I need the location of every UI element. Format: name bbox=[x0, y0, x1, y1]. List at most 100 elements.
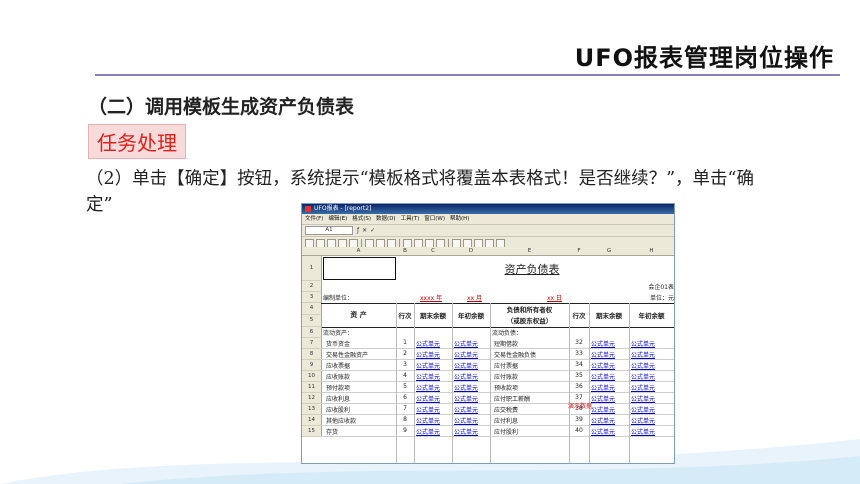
row-number[interactable]: 2 bbox=[302, 281, 322, 292]
row-number[interactable]: 5 bbox=[302, 315, 322, 327]
liability-item[interactable]: 应交税费 bbox=[494, 405, 569, 414]
asset-begin-formula[interactable]: 公式单元 bbox=[454, 350, 490, 359]
asset-begin-formula[interactable]: 公式单元 bbox=[454, 339, 490, 348]
liability-end-formula[interactable]: 公式单元 bbox=[591, 427, 629, 436]
row-number[interactable]: 10 bbox=[302, 371, 322, 382]
row-number[interactable]: 15 bbox=[302, 426, 322, 437]
asset-row-no[interactable]: 3 bbox=[396, 361, 414, 368]
liability-row-no[interactable]: 36 bbox=[569, 383, 589, 390]
asset-end-formula[interactable]: 公式单元 bbox=[416, 427, 452, 436]
asset-item[interactable]: 交易性金融资产 bbox=[326, 350, 396, 359]
liability-end-formula[interactable]: 公式单元 bbox=[591, 416, 629, 425]
liability-row-no[interactable]: 34 bbox=[569, 361, 589, 368]
liability-end-formula[interactable]: 公式单元 bbox=[591, 339, 629, 348]
liability-item[interactable]: 应付职工薪酬 bbox=[494, 394, 569, 403]
menu-tools[interactable]: 工具(T) bbox=[401, 214, 420, 224]
column-header[interactable]: A bbox=[321, 247, 396, 255]
column-header[interactable]: F bbox=[569, 247, 589, 255]
asset-end-formula[interactable]: 公式单元 bbox=[416, 383, 452, 392]
column-header[interactable]: C bbox=[414, 247, 452, 255]
asset-begin-formula[interactable]: 公式单元 bbox=[454, 361, 490, 370]
column-header[interactable]: B bbox=[396, 247, 414, 255]
liability-row-no[interactable]: 40 bbox=[569, 427, 589, 434]
asset-item[interactable]: 预付款项 bbox=[326, 383, 396, 392]
liability-end-formula[interactable]: 公式单元 bbox=[591, 405, 629, 414]
menu-help[interactable]: 帮助(H) bbox=[450, 214, 469, 224]
asset-begin-formula[interactable]: 公式单元 bbox=[454, 405, 490, 414]
liability-row-no[interactable]: 37 bbox=[569, 394, 589, 401]
liability-item[interactable]: 应付股利 bbox=[494, 427, 569, 436]
row-number[interactable]: 4 bbox=[302, 303, 322, 315]
liability-item[interactable]: 应付利息 bbox=[494, 416, 569, 425]
column-header[interactable]: G bbox=[589, 247, 629, 255]
column-header[interactable]: H bbox=[629, 247, 674, 255]
asset-end-formula[interactable]: 公式单元 bbox=[416, 416, 452, 425]
function-wizard-icon[interactable]: ƒ bbox=[357, 227, 359, 234]
column-header[interactable]: D bbox=[452, 247, 490, 255]
row-number[interactable]: 6 bbox=[302, 327, 322, 338]
row-number[interactable]: 13 bbox=[302, 404, 322, 415]
menu-file[interactable]: 文件(F) bbox=[305, 214, 323, 224]
row-number[interactable]: 1 bbox=[302, 256, 322, 281]
row-number[interactable]: 14 bbox=[302, 415, 322, 426]
liability-end-formula[interactable]: 公式单元 bbox=[591, 361, 629, 370]
formula-cancel-icon[interactable]: ✕ bbox=[362, 227, 367, 234]
asset-end-formula[interactable]: 公式单元 bbox=[416, 361, 452, 370]
asset-end-formula[interactable]: 公式单元 bbox=[416, 339, 452, 348]
menu-data[interactable]: 数据(D) bbox=[376, 214, 396, 224]
liability-begin-formula[interactable]: 公式单元 bbox=[631, 339, 674, 348]
liability-item[interactable]: 预收款项 bbox=[494, 383, 569, 392]
asset-row-no[interactable]: 7 bbox=[396, 405, 414, 412]
row-number[interactable]: 7 bbox=[302, 338, 322, 349]
liability-item[interactable]: 应付票据 bbox=[494, 361, 569, 370]
asset-item[interactable]: 应收股利 bbox=[326, 405, 396, 414]
liability-begin-formula[interactable]: 公式单元 bbox=[631, 416, 674, 425]
asset-begin-formula[interactable]: 公式单元 bbox=[454, 394, 490, 403]
cell-reference-box[interactable]: A1 bbox=[305, 226, 353, 235]
asset-item[interactable]: 应收票据 bbox=[326, 361, 396, 370]
asset-item[interactable]: 存货 bbox=[326, 427, 396, 436]
asset-end-formula[interactable]: 公式单元 bbox=[416, 405, 452, 414]
column-header[interactable]: E bbox=[490, 247, 569, 255]
liability-begin-formula[interactable]: 公式单元 bbox=[631, 383, 674, 392]
liability-end-formula[interactable]: 公式单元 bbox=[591, 394, 629, 403]
asset-item[interactable]: 货币资金 bbox=[326, 339, 396, 348]
asset-end-formula[interactable]: 公式单元 bbox=[416, 350, 452, 359]
asset-row-no[interactable]: 2 bbox=[396, 350, 414, 357]
liability-item[interactable]: 短期借款 bbox=[494, 339, 569, 348]
liability-begin-formula[interactable]: 公式单元 bbox=[631, 427, 674, 436]
liability-row-no[interactable]: 35 bbox=[569, 372, 589, 379]
menu-edit[interactable]: 编辑(E) bbox=[328, 214, 347, 224]
liability-begin-formula[interactable]: 公式单元 bbox=[631, 405, 674, 414]
liability-begin-formula[interactable]: 公式单元 bbox=[631, 372, 674, 381]
liability-begin-formula[interactable]: 公式单元 bbox=[631, 361, 674, 370]
asset-item[interactable]: 其他应收款 bbox=[326, 416, 396, 425]
row-number[interactable]: 8 bbox=[302, 349, 322, 360]
row-number[interactable]: 11 bbox=[302, 382, 322, 393]
liability-row-no[interactable]: 33 bbox=[569, 350, 589, 357]
asset-row-no[interactable]: 6 bbox=[396, 394, 414, 401]
menu-format[interactable]: 格式(S) bbox=[352, 214, 371, 224]
selected-cell-a1[interactable] bbox=[323, 257, 396, 280]
asset-row-no[interactable]: 1 bbox=[396, 339, 414, 346]
liability-row-no[interactable]: 32 bbox=[569, 339, 589, 346]
liability-begin-formula[interactable]: 公式单元 bbox=[631, 394, 674, 403]
asset-begin-formula[interactable]: 公式单元 bbox=[454, 416, 490, 425]
row-number[interactable]: 12 bbox=[302, 393, 322, 404]
asset-begin-formula[interactable]: 公式单元 bbox=[454, 427, 490, 436]
asset-end-formula[interactable]: 公式单元 bbox=[416, 394, 452, 403]
row-number[interactable]: 3 bbox=[302, 292, 322, 303]
asset-item[interactable]: 应收利息 bbox=[326, 394, 396, 403]
liability-end-formula[interactable]: 公式单元 bbox=[591, 350, 629, 359]
row-number[interactable]: 9 bbox=[302, 360, 322, 371]
liability-item[interactable]: 交易性金融负债 bbox=[494, 350, 569, 359]
asset-begin-formula[interactable]: 公式单元 bbox=[454, 383, 490, 392]
liability-row-no[interactable]: 39 bbox=[569, 416, 589, 423]
liability-item[interactable]: 应付账款 bbox=[494, 372, 569, 381]
asset-row-no[interactable]: 5 bbox=[396, 383, 414, 390]
liability-begin-formula[interactable]: 公式单元 bbox=[631, 350, 674, 359]
menu-window[interactable]: 窗口(W) bbox=[424, 214, 445, 224]
asset-begin-formula[interactable]: 公式单元 bbox=[454, 372, 490, 381]
asset-row-no[interactable]: 4 bbox=[396, 372, 414, 379]
asset-item[interactable]: 应收账款 bbox=[326, 372, 396, 381]
